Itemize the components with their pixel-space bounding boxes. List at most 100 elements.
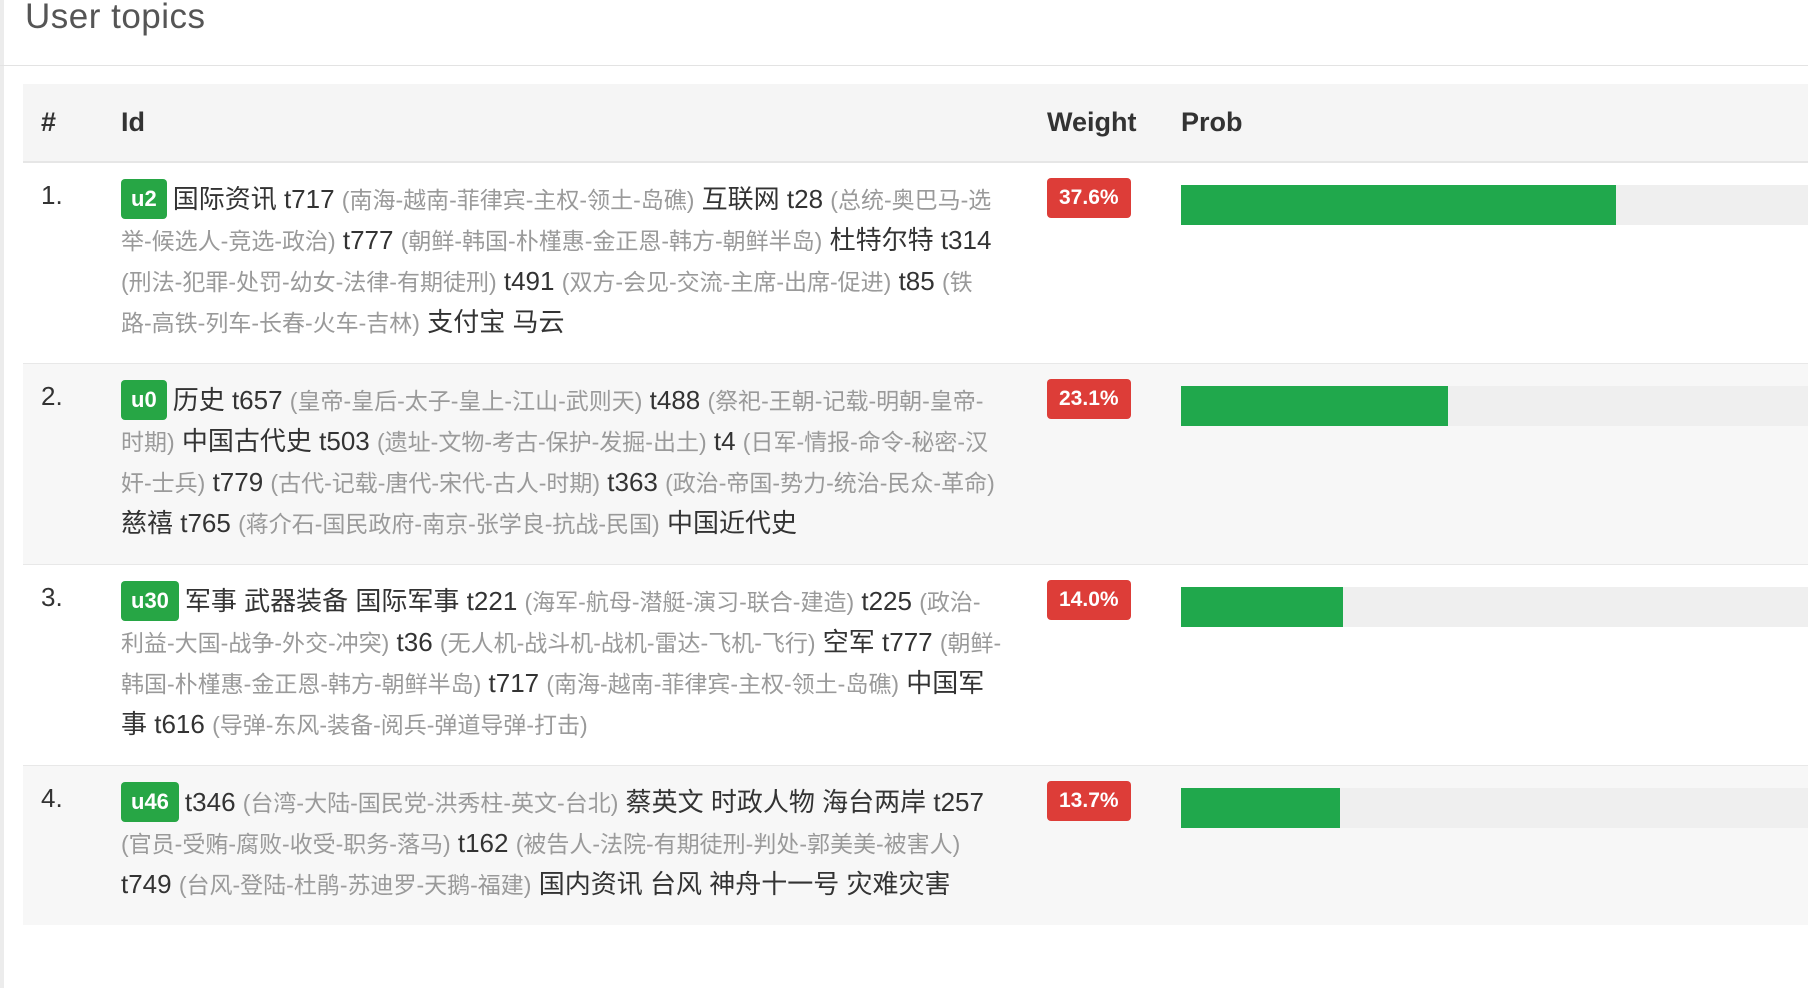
topic-keywords: (台湾-大陆-国民党-洪秀柱-英文-台北)	[242, 790, 619, 816]
row-rank: 4.	[41, 783, 63, 813]
panel-heading: User topics	[0, 0, 1808, 66]
tag-word: 时政人物	[710, 787, 815, 817]
tag-word: 支付宝	[427, 307, 506, 337]
topic-keywords: (被告人-法院-有期徒刑-判处-郭美美-被害人)	[515, 831, 961, 857]
tag-word: 慈禧	[121, 508, 174, 538]
user-id-label[interactable]: u30	[121, 581, 179, 621]
topic-keywords: (海军-航母-潜艇-演习-联合-建造)	[524, 589, 855, 615]
row-rank: 1.	[41, 180, 63, 210]
left-rule	[0, 0, 4, 988]
row-topics: u2 国际资讯 t717 (南海-越南-菲律宾-主权-领土-岛礁) 互联网 t28…	[112, 162, 1032, 364]
row-rank: 3.	[41, 582, 63, 612]
row-prob	[1165, 565, 1808, 766]
header-num[interactable]: #	[23, 84, 112, 162]
tag-word: 马云	[512, 307, 565, 337]
topic-id[interactable]: t314	[941, 225, 992, 255]
topic-id[interactable]: t779	[213, 467, 264, 497]
topic-id[interactable]: t346	[185, 787, 236, 817]
row-weight: 37.6%	[1032, 162, 1165, 364]
tag-word: 国际军事	[355, 586, 460, 616]
row-weight: 23.1%	[1032, 364, 1165, 565]
prob-bar-fill	[1181, 587, 1343, 627]
topic-keywords: (导弹-东风-装备-阅兵-弹道导弹-打击)	[212, 712, 588, 738]
row-prob	[1165, 766, 1808, 926]
header-id[interactable]: Id	[112, 84, 1032, 162]
prob-bar-track	[1181, 386, 1808, 426]
topic-keywords: (遗址-文物-考古-保护-发掘-出土)	[377, 429, 707, 455]
topic-id[interactable]: t749	[121, 869, 172, 899]
topic-keywords: (皇帝-皇后-太子-皇上-江山-武则天)	[289, 388, 643, 414]
prob-bar-fill	[1181, 788, 1340, 828]
tag-word: 国际资讯	[172, 184, 277, 214]
tag-word: 中国古代史	[181, 426, 312, 456]
prob-bar-track	[1181, 788, 1808, 828]
topic-id[interactable]: t777	[343, 225, 394, 255]
topic-id[interactable]: t85	[899, 266, 935, 296]
topic-keywords: (蒋介石-国民政府-南京-张学良-抗战-民国)	[238, 511, 660, 537]
tag-word: 国内资讯	[538, 869, 643, 899]
table-row: 4. u46 t346 (台湾-大陆-国民党-洪秀柱-英文-台北) 蔡英文 时政人物…	[23, 765, 1808, 926]
user-id-label[interactable]: u46	[121, 782, 179, 822]
tag-word: 蔡英文	[625, 787, 704, 817]
header-prob[interactable]: Prob	[1165, 84, 1808, 162]
topic-id[interactable]: t221	[467, 586, 518, 616]
topic-id[interactable]: t4	[714, 426, 736, 456]
row-weight: 14.0%	[1032, 565, 1165, 766]
topic-id[interactable]: t777	[882, 627, 933, 657]
topic-id[interactable]: t225	[861, 586, 912, 616]
table-header: # Id Weight Prob	[23, 84, 1808, 162]
row-topics: u30 军事 武器装备 国际军事 t221 (海军-航母-潜艇-演习-联合-建造)…	[112, 565, 1032, 766]
tag-word: 灾难灾害	[846, 869, 951, 899]
row-rank: 2.	[41, 381, 63, 411]
prob-bar-track	[1181, 185, 1808, 225]
weight-badge: 23.1%	[1047, 379, 1131, 419]
tag-word: 台风	[649, 869, 702, 899]
tag-word: 历史	[172, 385, 225, 415]
topic-id[interactable]: t257	[933, 787, 984, 817]
topic-keywords: (无人机-战斗机-战机-雷达-飞机-飞行)	[439, 630, 816, 656]
topic-id[interactable]: t765	[180, 508, 231, 538]
tag-word: 神舟十一号	[709, 869, 840, 899]
topic-id[interactable]: t717	[489, 668, 540, 698]
topic-keywords: (台风-登陆-杜鹃-苏迪罗-天鹅-福建)	[178, 872, 532, 898]
prob-bar-track	[1181, 587, 1808, 627]
topic-keywords: (刑法-犯罪-处罚-幼女-法律-有期徒刑)	[121, 269, 497, 295]
topic-id[interactable]: t488	[650, 385, 701, 415]
row-prob	[1165, 364, 1808, 565]
user-topics-table: # Id Weight Prob 1. u2 国际资讯 t717 (南海-越南-菲律…	[23, 84, 1808, 925]
topic-keywords: (双方-会见-交流-主席-出席-促进)	[561, 269, 892, 295]
weight-badge: 13.7%	[1047, 781, 1131, 821]
user-id-label[interactable]: u2	[121, 179, 167, 219]
topic-id[interactable]: t36	[397, 627, 433, 657]
tag-word: 军事	[184, 586, 237, 616]
topic-id[interactable]: t162	[458, 828, 509, 858]
row-prob	[1165, 162, 1808, 364]
panel-title: User topics	[25, 0, 206, 36]
user-id-label[interactable]: u0	[121, 380, 167, 420]
topic-id[interactable]: t503	[319, 426, 370, 456]
topic-id[interactable]: t28	[787, 184, 823, 214]
tag-word: 互联网	[701, 184, 780, 214]
prob-bar-fill	[1181, 386, 1449, 426]
topic-id[interactable]: t657	[232, 385, 283, 415]
topic-id[interactable]: t363	[607, 467, 658, 497]
topic-id[interactable]: t616	[154, 709, 205, 739]
row-topics: u46 t346 (台湾-大陆-国民党-洪秀柱-英文-台北) 蔡英文 时政人物 海…	[112, 766, 1032, 926]
prob-bar-fill	[1181, 185, 1617, 225]
header-weight[interactable]: Weight	[1032, 84, 1165, 162]
weight-badge: 14.0%	[1047, 580, 1131, 620]
table-body: 1. u2 国际资讯 t717 (南海-越南-菲律宾-主权-领土-岛礁) 互联网 t…	[23, 162, 1808, 925]
tag-word: 中国近代史	[666, 508, 797, 538]
tag-word: 空军	[822, 627, 875, 657]
topic-keywords: (朝鲜-韩国-朴槿惠-金正恩-韩方-朝鲜半岛)	[400, 228, 823, 254]
topic-keywords: (南海-越南-菲律宾-主权-领土-岛礁)	[341, 187, 695, 213]
weight-badge: 37.6%	[1047, 178, 1131, 218]
topic-keywords: (南海-越南-菲律宾-主权-领土-岛礁)	[546, 671, 899, 697]
topic-id[interactable]: t491	[504, 266, 555, 296]
table-row: 2. u0 历史 t657 (皇帝-皇后-太子-皇上-江山-武则天) t488 (祭…	[23, 363, 1808, 565]
user-topics-table-wrap: # Id Weight Prob 1. u2 国际资讯 t717 (南海-越南-菲律…	[23, 84, 1808, 925]
topic-keywords: (政治-帝国-势力-统治-民众-革命)	[665, 470, 995, 496]
topic-id[interactable]: t717	[284, 184, 335, 214]
topic-keywords: (古代-记载-唐代-宋代-古人-时期)	[270, 470, 601, 496]
row-weight: 13.7%	[1032, 766, 1165, 926]
